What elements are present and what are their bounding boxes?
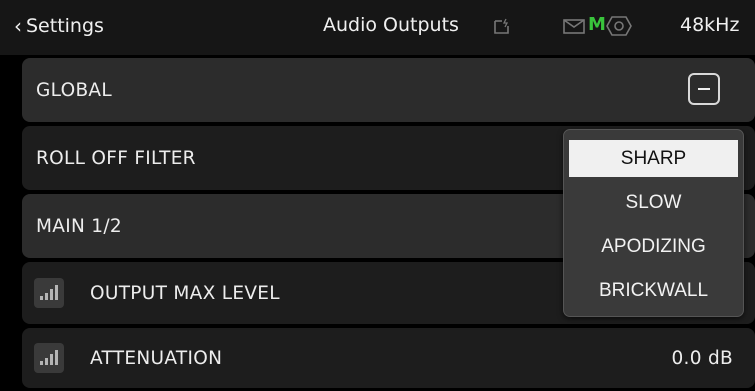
- back-button[interactable]: ‹ Settings: [14, 14, 104, 38]
- sd-card-icon: [494, 18, 509, 34]
- level-bars-icon: [34, 278, 64, 308]
- level-bars-icon: [34, 343, 64, 373]
- option-apodizing[interactable]: APODIZING: [569, 228, 738, 265]
- row-main-label: MAIN 1/2: [36, 215, 122, 237]
- roll-off-filter-dropdown[interactable]: SHARP SLOW APODIZING BRICKWALL: [563, 129, 744, 317]
- attenuation-value[interactable]: 0.0 dB: [671, 348, 733, 369]
- sample-rate: 48kHz: [680, 14, 740, 36]
- top-bar: ‹ Settings Audio Outputs M 48kHz: [0, 0, 755, 55]
- option-brickwall[interactable]: BRICKWALL: [569, 272, 738, 309]
- row-roll-off-label: ROLL OFF FILTER: [36, 147, 196, 169]
- back-label: Settings: [26, 15, 104, 37]
- row-attenuation-label: ATTENUATION: [90, 347, 223, 369]
- monitor-icon: [606, 16, 632, 36]
- mail-icon: [563, 19, 585, 34]
- row-global-label: GLOBAL: [36, 79, 112, 101]
- row-output-max-label: OUTPUT MAX LEVEL: [90, 282, 280, 304]
- row-global[interactable]: GLOBAL: [22, 58, 755, 122]
- page-title: Audio Outputs: [323, 14, 459, 36]
- row-attenuation[interactable]: ATTENUATION 0.0 dB: [22, 328, 755, 388]
- minus-icon: [698, 88, 710, 90]
- collapse-button[interactable]: [688, 73, 720, 105]
- monitor-status-m: M: [588, 14, 606, 35]
- option-sharp[interactable]: SHARP: [569, 140, 738, 177]
- option-slow[interactable]: SLOW: [569, 184, 738, 221]
- chevron-left-icon: ‹: [14, 14, 22, 38]
